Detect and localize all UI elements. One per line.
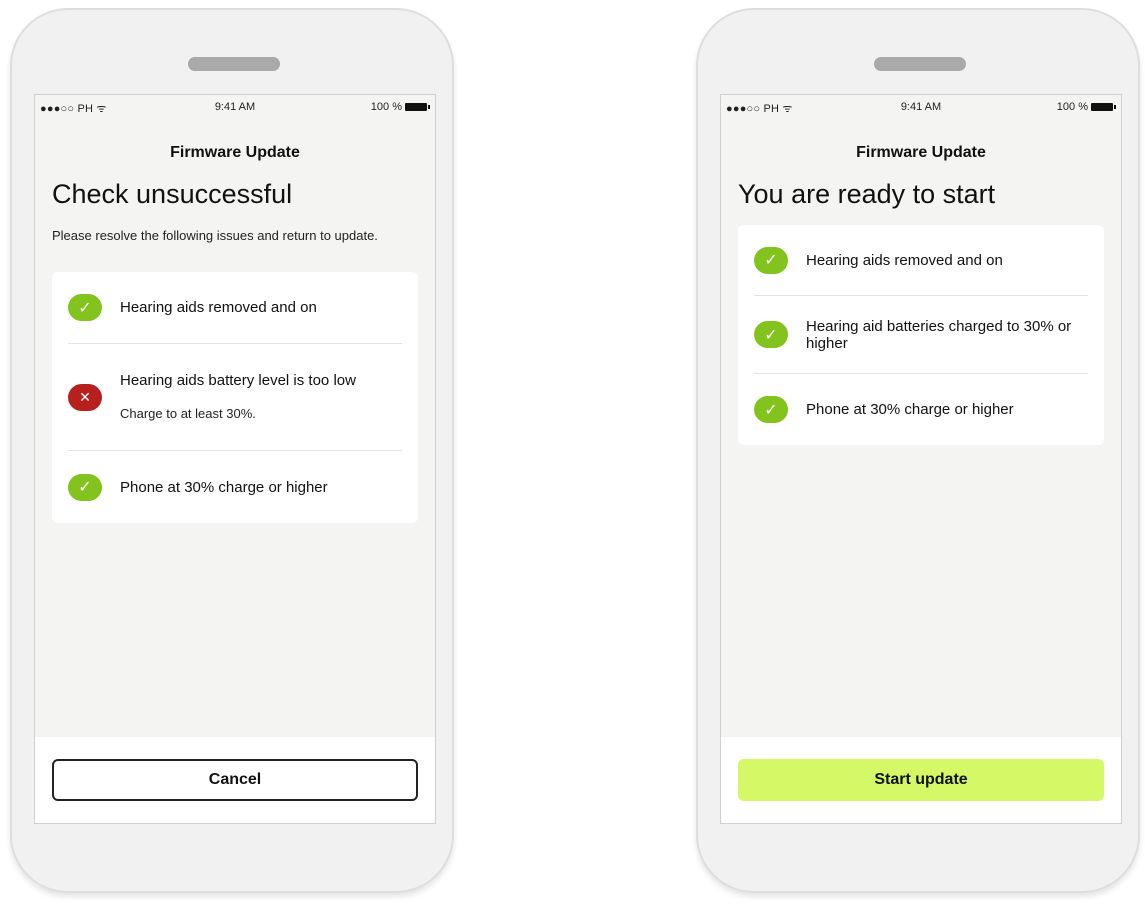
check-icon: ✓ xyxy=(754,396,788,423)
cancel-button[interactable]: Cancel xyxy=(52,759,418,801)
checklist-item-label: Hearing aids removed and on xyxy=(806,251,1003,269)
checklist-item-body: Hearing aids battery level is too low Ch… xyxy=(120,372,390,422)
checklist-item-label: Hearing aid batteries charged to 30% or … xyxy=(806,317,1072,352)
nav-title: Firmware Update xyxy=(170,144,300,161)
checklist-card: ✓ Hearing aids removed and on ✓ Hearing … xyxy=(738,225,1104,445)
checklist-item: ✓ Hearing aid batteries charged to 30% o… xyxy=(754,296,1088,374)
checklist-item-label: Hearing aids removed and on xyxy=(120,299,317,316)
checklist-card: ✓ Hearing aids removed and on ✕ Hearing … xyxy=(52,272,418,523)
status-battery: 100 % xyxy=(1056,101,1116,113)
checklist-item: ✓ Hearing aids removed and on xyxy=(754,225,1088,296)
page-heading: You are ready to start xyxy=(738,179,996,209)
status-battery-label: 100 % xyxy=(370,101,402,113)
check-icon: ✓ xyxy=(68,294,102,321)
battery-icon xyxy=(405,103,430,111)
check-icon: ✓ xyxy=(754,246,788,274)
phone-frame-left: ●●●○○ PH ᯤ 9:41 AM 100 % Firmware Update… xyxy=(10,8,454,893)
status-bar: ●●●○○ PH ᯤ 9:41 AM 100 % xyxy=(721,95,1121,117)
checklist-item: ✓ Phone at 30% charge or higher xyxy=(68,451,402,523)
status-battery-label: 100 % xyxy=(1056,101,1088,113)
bottom-action-bar: Start update xyxy=(721,737,1121,823)
checklist-item-label: Phone at 30% charge or higher xyxy=(806,401,1014,418)
bottom-action-bar: Cancel xyxy=(35,737,435,823)
phone-frame-right: ●●●○○ PH ᯤ 9:41 AM 100 % Firmware Update… xyxy=(696,8,1140,893)
instructions-text: Please resolve the following issues and … xyxy=(52,228,378,243)
phone-speaker xyxy=(188,57,280,71)
checklist-item: ✓ Phone at 30% charge or higher xyxy=(754,374,1088,445)
status-bar: ●●●○○ PH ᯤ 9:41 AM 100 % xyxy=(35,95,435,117)
phone-screen-right: ●●●○○ PH ᯤ 9:41 AM 100 % Firmware Update… xyxy=(720,94,1122,824)
phone-speaker xyxy=(874,57,966,71)
checklist-item-label: Hearing aids battery level is too low xyxy=(120,372,356,389)
checklist-item: ✓ Hearing aids removed and on xyxy=(68,272,402,344)
check-icon: ✓ xyxy=(754,321,788,348)
checklist-item-hint: Charge to at least 30%. xyxy=(120,406,256,421)
checklist-item-error: ✕ Hearing aids battery level is too low … xyxy=(68,344,402,451)
close-icon: ✕ xyxy=(68,383,102,411)
nav-title: Firmware Update xyxy=(856,144,986,161)
battery-icon xyxy=(1091,103,1116,111)
page-heading: Check unsuccessful xyxy=(52,179,293,209)
phone-screen-left: ●●●○○ PH ᯤ 9:41 AM 100 % Firmware Update… xyxy=(34,94,436,824)
start-update-button[interactable]: Start update xyxy=(738,759,1104,801)
checklist-item-label: Phone at 30% charge or higher xyxy=(120,478,328,496)
status-battery: 100 % xyxy=(370,101,430,113)
check-icon: ✓ xyxy=(68,473,102,501)
